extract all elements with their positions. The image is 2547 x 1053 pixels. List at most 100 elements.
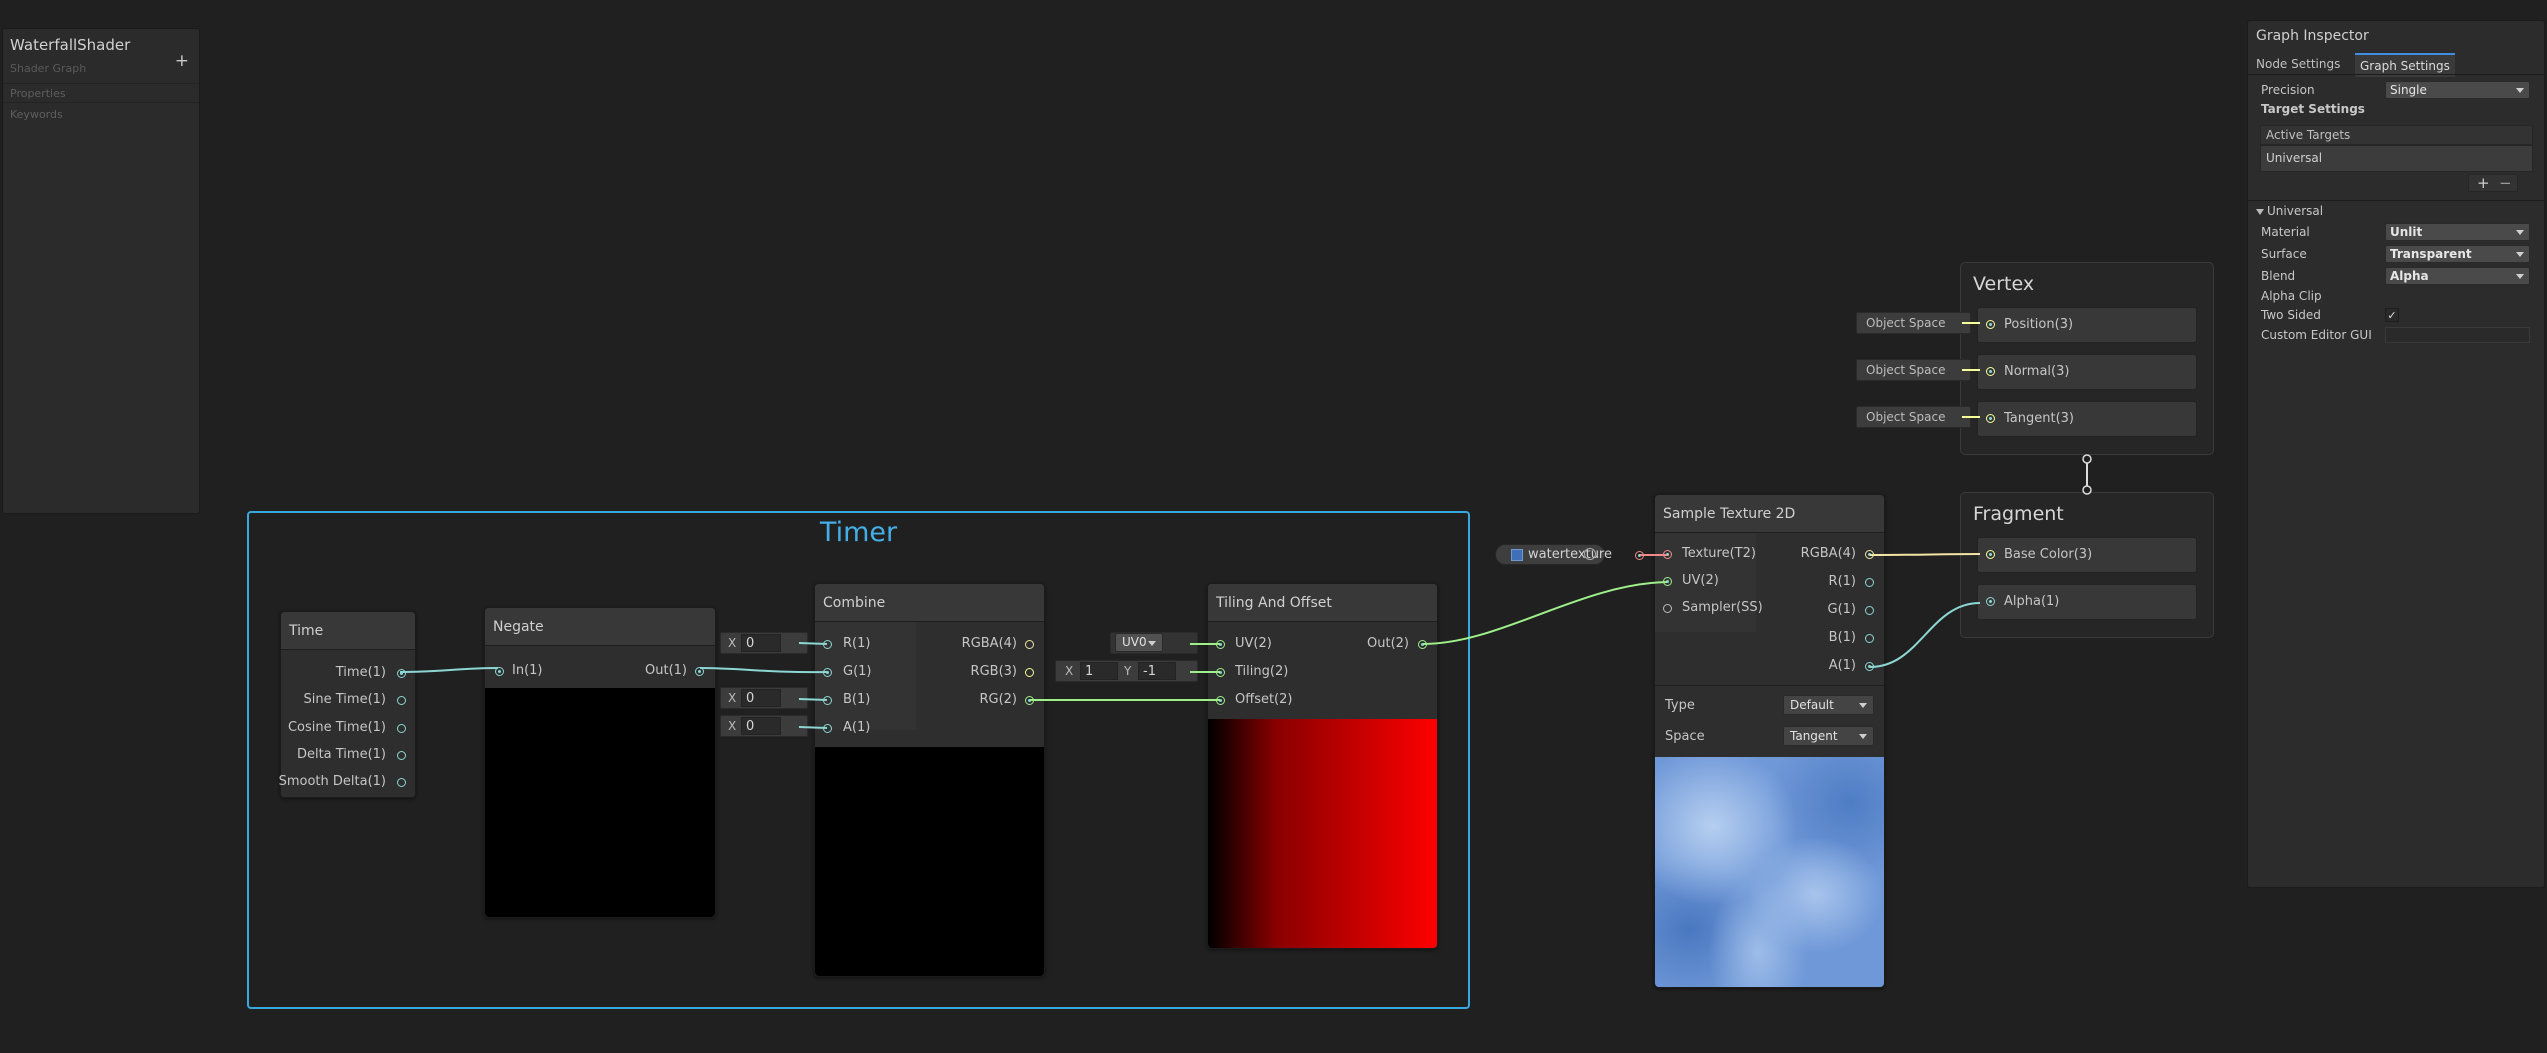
negate-output-port[interactable] [695,667,704,676]
property-output-port[interactable] [1635,551,1644,560]
port-label: UV(2) [1682,573,1719,588]
shader-graph-canvas[interactable]: WaterfallShader Shader Graph + Propertie… [0,0,2547,1053]
alpha-clip-label: Alpha Clip [2261,289,2322,303]
combine-a-field[interactable]: X 0 [720,715,808,737]
group-title[interactable]: Timer [249,517,1468,548]
uv-channel-value: UV0 [1122,635,1147,649]
sampler-input-port[interactable] [1663,604,1672,613]
sample-texture-2d-node[interactable]: Sample Texture 2D Texture(T2) UV(2) Samp… [1654,494,1885,988]
delta-time-output-port[interactable] [397,751,406,760]
g-input-port[interactable] [823,668,832,677]
watertexture-property-node[interactable]: watertexture [1495,544,1612,565]
remove-target-button[interactable]: − [2499,174,2512,192]
field-value[interactable]: 0 [741,634,781,652]
time-output-port[interactable] [397,669,406,678]
port-label: R(1) [843,636,871,651]
port-label: A(1) [1828,658,1856,673]
divider [1655,685,1884,686]
sine-time-output-port[interactable] [397,696,406,705]
target-item-universal[interactable]: Universal [2260,145,2533,172]
tiling-x-value[interactable]: 1 [1080,662,1118,680]
graph-inspector-panel[interactable]: Graph Inspector Node Settings Graph Sett… [2247,20,2545,888]
custom-editor-input[interactable] [2385,327,2530,343]
tangent-space-field[interactable]: Object Space [1856,406,1971,428]
alpha-block[interactable]: Alpha(1) [1977,584,2197,620]
negate-input-port[interactable] [495,667,504,676]
surface-dropdown[interactable]: Transparent [2385,245,2530,263]
node-title: Negate [485,608,715,646]
field-value[interactable]: 0 [741,717,781,735]
shader-subtitle: Shader Graph [10,62,87,75]
tangent-block[interactable]: Tangent(3) [1977,401,2197,437]
port-label: Out(1) [645,663,687,678]
offset-input-port[interactable] [1216,696,1225,705]
add-property-button[interactable]: + [175,51,189,71]
base-color-block[interactable]: Base Color(3) [1977,537,2197,573]
position-block[interactable]: Position(3) [1977,307,2197,343]
base-color-port[interactable] [1986,550,1995,559]
uv-input-port[interactable] [1663,577,1672,586]
add-target-button[interactable]: + [2477,174,2490,192]
port-label: R(1) [1828,574,1856,589]
tiling-input-port[interactable] [1216,668,1225,677]
field-value[interactable]: 0 [741,689,781,707]
combine-node[interactable]: Combine R(1) G(1) B(1) A(1) RGBA(4) RGB(… [814,583,1045,977]
g-output-port[interactable] [1865,606,1874,615]
active-targets-header: Active Targets [2260,125,2533,145]
universal-foldout[interactable]: Universal [2256,204,2323,218]
normal-port[interactable] [1986,367,1995,376]
blackboard-panel[interactable]: WaterfallShader Shader Graph + Propertie… [2,28,200,514]
flow-port-icon[interactable] [2082,454,2092,464]
shader-title: WaterfallShader [10,36,131,54]
tangent-port[interactable] [1986,414,1995,423]
properties-section[interactable]: Properties [10,87,66,100]
material-dropdown[interactable]: Unlit [2385,223,2530,241]
cosine-time-output-port[interactable] [397,724,406,733]
position-space-field[interactable]: Object Space [1856,312,1971,334]
keywords-section[interactable]: Keywords [10,108,63,121]
node-title: Time [281,612,415,650]
r-input-port[interactable] [823,640,832,649]
rg-output-port[interactable] [1025,696,1034,705]
b-output-port[interactable] [1865,634,1874,643]
blend-dropdown[interactable]: Alpha [2385,267,2530,285]
tiling-and-offset-node[interactable]: Tiling And Offset UV(2) Tiling(2) Offset… [1207,583,1438,949]
alpha-port[interactable] [1986,597,1995,606]
a-input-port[interactable] [823,724,832,733]
combine-r-field[interactable]: X 0 [720,632,808,654]
tab-node-settings[interactable]: Node Settings [2256,57,2340,71]
node-title: Tiling And Offset [1208,584,1437,622]
r-output-port[interactable] [1865,578,1874,587]
precision-dropdown[interactable]: Single [2385,81,2530,99]
rgb-output-port[interactable] [1025,668,1034,677]
b-input-port[interactable] [823,696,832,705]
uv-input-port[interactable] [1216,640,1225,649]
normal-block[interactable]: Normal(3) [1977,354,2197,390]
normal-space-field[interactable]: Object Space [1856,359,1971,381]
combine-b-field[interactable]: X 0 [720,687,808,709]
fragment-context[interactable]: Fragment Base Color(3) Alpha(1) [1960,492,2214,638]
port-label: Time(1) [335,665,386,680]
negate-node[interactable]: Negate In(1) Out(1) [484,607,716,918]
a-output-port[interactable] [1865,662,1874,671]
divider [3,102,199,103]
type-dropdown[interactable]: Default [1783,695,1874,715]
texture-input-port[interactable] [1663,550,1672,559]
time-node[interactable]: Time Time(1) Sine Time(1) Cosine Time(1)… [279,611,416,798]
space-dropdown[interactable]: Tangent [1783,726,1874,746]
uv-channel-field[interactable]: UV0 [1110,632,1198,654]
rgba-output-port[interactable] [1865,550,1874,559]
rgba-output-port[interactable] [1025,640,1034,649]
tiling-y-value[interactable]: -1 [1138,662,1176,680]
smooth-delta-output-port[interactable] [397,778,406,787]
uv-channel-dropdown[interactable]: UV0 [1115,633,1163,652]
position-port[interactable] [1986,320,1995,329]
tiling-field[interactable]: X 1 Y -1 [1055,660,1198,682]
vertex-context[interactable]: Vertex Position(3) Normal(3) Tangent(3) [1960,262,2214,455]
texture-icon [1511,549,1523,561]
two-sided-checkbox[interactable]: ✓ [2385,308,2399,322]
chevron-down-icon [2516,230,2524,235]
port-label: RGBA(4) [1800,546,1856,561]
out-output-port[interactable] [1418,640,1427,649]
precision-value: Single [2390,83,2427,97]
